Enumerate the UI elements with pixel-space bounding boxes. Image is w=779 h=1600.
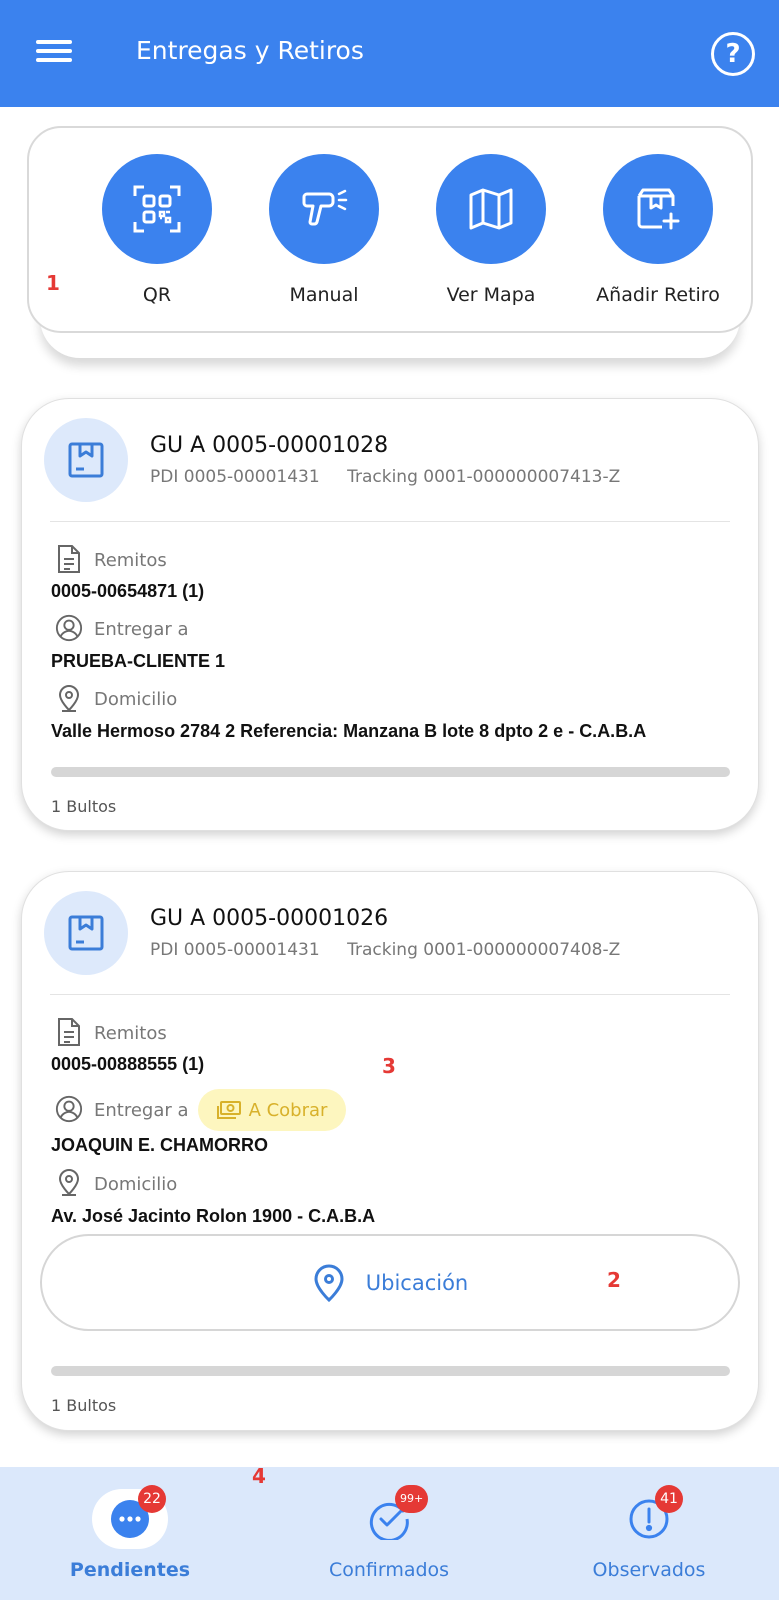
delivery-card[interactable]: GU A 0005-00001028 PDI 0005-00001431 Tra… <box>21 398 759 831</box>
progress-bar <box>51 767 730 777</box>
cash-icon <box>216 1101 241 1119</box>
next-card-peek <box>40 1444 740 1464</box>
anadir-retiro-action-label: Añadir Retiro <box>596 284 720 306</box>
tracking-number: Tracking 0001-000000007413-Z <box>347 467 621 487</box>
a-cobrar-label: A Cobrar <box>248 1099 328 1121</box>
qr-code-icon <box>102 154 212 264</box>
help-icon[interactable]: ? <box>711 32 755 76</box>
user-circle-icon <box>55 614 83 642</box>
package-icon <box>44 891 128 975</box>
delivery-card[interactable]: GU A 0005-00001026 PDI 0005-00001431 Tra… <box>21 871 759 1431</box>
entregar-value: JOAQUIN E. CHAMORRO <box>51 1135 269 1155</box>
pdi-number: PDI 0005-00001431 <box>150 467 320 487</box>
manual-action-label: Manual <box>289 284 359 306</box>
domicilio-label: Domicilio <box>94 689 178 710</box>
domicilio-label: Domicilio <box>94 1174 178 1195</box>
bottom-navigation: 4 22 Pendientes 99+ Confirmados 41 Obser… <box>0 1464 779 1600</box>
ver-mapa-action-button[interactable]: Ver Mapa <box>416 154 566 306</box>
guide-subinfo: PDI 0005-00001431 Tracking 0001-00000000… <box>150 940 620 960</box>
quick-actions-card: QR Manual Ver Mapa Añadir Retiro 1 <box>27 126 753 333</box>
entregar-label: Entregar a <box>94 1100 189 1121</box>
annotation-marker: 2 <box>607 1268 621 1292</box>
nav-pendientes-label: Pendientes <box>69 1559 191 1581</box>
location-pin-icon <box>58 685 80 712</box>
hamburger-line <box>36 58 72 62</box>
a-cobrar-badge: A Cobrar <box>198 1089 346 1131</box>
hamburger-line <box>36 40 72 44</box>
nav-confirmados[interactable]: 99+ Confirmados <box>289 1485 489 1581</box>
hamburger-line <box>36 49 72 53</box>
annotation-marker: 4 <box>252 1464 266 1488</box>
qr-action-label: QR <box>142 284 172 306</box>
menu-button[interactable] <box>30 34 76 74</box>
pdi-number: PDI 0005-00001431 <box>150 940 320 960</box>
annotation-marker: 1 <box>46 271 60 295</box>
progress-bar <box>51 1366 730 1376</box>
domicilio-value: Av. José Jacinto Rolon 1900 - C.A.B.A <box>51 1206 376 1226</box>
annotation-marker: 3 <box>382 1054 396 1078</box>
guide-subinfo: PDI 0005-00001431 Tracking 0001-00000000… <box>150 467 620 487</box>
add-package-icon <box>603 154 713 264</box>
domicilio-value: Valle Hermoso 2784 2 Referencia: Manzana… <box>51 721 647 741</box>
nav-pendientes-pill: 22 <box>92 1485 168 1549</box>
divider <box>50 521 730 522</box>
package-icon <box>44 418 128 502</box>
nav-pendientes[interactable]: 22 Pendientes <box>30 1485 230 1581</box>
guide-number: GU A 0005-00001026 <box>150 906 389 931</box>
nav-observados-label: Observados <box>592 1559 706 1581</box>
location-pin-icon <box>314 1264 344 1302</box>
page-title: Entregas y Retiros <box>136 36 364 65</box>
bultos-count: 1 Bultos <box>51 797 117 816</box>
remitos-label: Remitos <box>94 550 167 571</box>
guide-number: GU A 0005-00001028 <box>150 433 389 458</box>
observados-badge: 41 <box>655 1485 683 1513</box>
entregar-value: PRUEBA-CLIENTE 1 <box>51 651 226 671</box>
document-icon <box>58 545 80 573</box>
app-bar: Entregas y Retiros ? <box>0 0 779 107</box>
pendientes-badge: 22 <box>138 1485 166 1513</box>
remitos-value: 0005-00654871 (1) <box>51 581 205 601</box>
nav-observados[interactable]: 41 Observados <box>549 1485 749 1581</box>
nav-confirmados-pill: 99+ <box>351 1485 429 1549</box>
ver-mapa-action-label: Ver Mapa <box>446 284 536 306</box>
document-icon <box>58 1018 80 1046</box>
qr-action-button[interactable]: QR <box>82 154 232 306</box>
ubicacion-label: Ubicación <box>365 1270 469 1295</box>
nav-confirmados-label: Confirmados <box>328 1559 450 1581</box>
map-icon <box>436 154 546 264</box>
remitos-label: Remitos <box>94 1023 167 1044</box>
tracking-number: Tracking 0001-000000007408-Z <box>347 940 621 960</box>
entregar-label: Entregar a <box>94 619 189 640</box>
manual-action-button[interactable]: Manual <box>249 154 399 306</box>
remitos-value: 0005-00888555 (1) <box>51 1054 205 1074</box>
user-circle-icon <box>55 1095 83 1123</box>
ubicacion-button[interactable]: Ubicación <box>40 1234 740 1331</box>
location-pin-icon <box>58 1169 80 1196</box>
divider <box>50 994 730 995</box>
barcode-scanner-icon <box>269 154 379 264</box>
nav-observados-pill: 41 <box>611 1485 687 1549</box>
bultos-count: 1 Bultos <box>51 1396 117 1415</box>
confirmados-badge: 99+ <box>395 1485 429 1513</box>
anadir-retiro-action-button[interactable]: Añadir Retiro <box>583 154 733 306</box>
